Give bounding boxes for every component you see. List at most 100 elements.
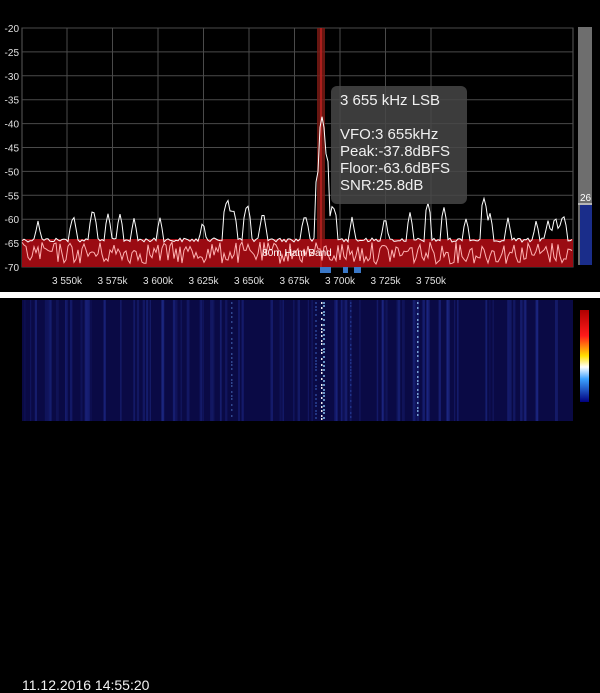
waterfall-signal-trace: [321, 378, 323, 380]
waterfall-signal-trace: [315, 330, 317, 332]
waterfall-signal-trace: [321, 410, 323, 412]
waterfall-signal-trace: [315, 352, 317, 354]
waterfall-signal-trace: [350, 325, 352, 327]
waterfall-streak: [421, 300, 424, 421]
waterfall-signal-trace: [417, 346, 419, 348]
passband-marker-mid[interactable]: [343, 267, 348, 273]
y-tick-label: -25: [5, 48, 20, 59]
waterfall-signal-trace: [321, 406, 323, 408]
waterfall-signal-trace: [231, 316, 233, 318]
waterfall-signal-trace: [323, 305, 325, 307]
waterfall-signal-trace: [323, 409, 325, 411]
waterfall-signal-trace: [231, 385, 233, 387]
waterfall-signal-trace: [321, 335, 323, 337]
waterfall-streak: [133, 300, 136, 421]
waterfall-signal-trace: [231, 382, 233, 384]
passband-markers[interactable]: [320, 267, 361, 273]
waterfall-signal-trace: [350, 330, 352, 332]
waterfall-streak: [513, 300, 516, 421]
waterfall-signal-trace: [321, 384, 323, 386]
waterfall-streak: [307, 300, 309, 421]
waterfall-signal-trace: [315, 334, 317, 336]
waterfall-streak: [103, 300, 106, 421]
waterfall-streak: [340, 300, 343, 421]
waterfall-timestamp: 11.12.2016 14:55:20: [22, 677, 150, 693]
waterfall-signal-trace: [323, 311, 325, 313]
waterfall-streak: [446, 300, 450, 421]
waterfall-streak: [120, 300, 122, 421]
waterfall-signal-trace: [321, 415, 323, 417]
passband-marker-right[interactable]: [354, 267, 361, 273]
y-tick-label: -60: [5, 215, 20, 226]
waterfall-signal-trace: [323, 338, 325, 340]
waterfall-colorbar: [580, 310, 589, 402]
waterfall-signal-trace: [321, 364, 323, 366]
tooltip-vfo: VFO:3 655kHz: [340, 126, 439, 143]
waterfall-signal-trace: [417, 360, 419, 362]
waterfall-signal-trace: [231, 327, 233, 329]
y-tick-label: -70: [5, 263, 20, 274]
waterfall-streak: [336, 300, 338, 421]
waterfall-signal-trace: [321, 349, 323, 351]
waterfall-streak: [180, 300, 183, 421]
waterfall-signal-trace: [417, 302, 419, 304]
waterfall-signal-trace: [315, 375, 317, 377]
waterfall-streak: [438, 300, 441, 421]
spectrum-plot[interactable]: 80m Ham Band -20 -25 -30 -35 -40 -45 -50 -55 -60…: [0, 0, 600, 292]
waterfall-signal-trace: [350, 310, 352, 312]
waterfall-signal-trace: [321, 312, 323, 314]
tooltip-peak: Peak:-37.8dBFS: [340, 143, 451, 160]
passband-marker-left[interactable]: [320, 267, 331, 273]
waterfall-signal-trace: [417, 323, 419, 325]
waterfall-signal-trace: [231, 404, 233, 406]
waterfall-signal-trace: [231, 321, 233, 323]
waterfall-signal-trace: [315, 337, 317, 339]
waterfall-streak: [376, 300, 379, 421]
waterfall-signal-trace: [417, 371, 419, 373]
waterfall-streak: [47, 300, 50, 421]
waterfall-streak: [535, 300, 539, 421]
waterfall-signal-trace: [321, 418, 323, 420]
waterfall-streak: [457, 300, 459, 421]
waterfall-signal-trace: [231, 398, 233, 400]
waterfall-signal-trace: [417, 326, 419, 328]
waterfall-signal-trace: [231, 312, 233, 314]
waterfall-signal-trace: [321, 397, 323, 399]
x-tick-label: 3 675k: [279, 276, 310, 287]
signal-info-tooltip: 3 655 kHz LSB VFO:3 655kHz Peak:-37.8dBF…: [331, 86, 467, 204]
waterfall-signal-trace: [417, 341, 419, 343]
waterfall-signal-trace: [323, 343, 325, 345]
waterfall-signal-trace: [315, 343, 317, 345]
waterfall-streak: [311, 300, 314, 421]
waterfall-signal-trace: [417, 376, 419, 378]
waterfall-signal-trace: [321, 328, 323, 330]
waterfall-signal-trace: [417, 393, 419, 395]
y-tick-label: -40: [5, 120, 20, 131]
waterfall-signal-trace: [323, 319, 325, 321]
waterfall-streak: [402, 300, 405, 421]
waterfall-display[interactable]: [0, 298, 600, 421]
waterfall-streak: [146, 300, 149, 421]
waterfall-signal-trace: [323, 314, 325, 316]
level-meter-value: 26: [580, 193, 592, 204]
waterfall-signal-trace: [315, 360, 317, 362]
waterfall-signal-trace: [350, 394, 352, 396]
waterfall-streak: [293, 300, 295, 421]
waterfall-signal-trace: [417, 319, 419, 321]
waterfall-signal-trace: [417, 336, 419, 338]
waterfall-signal-trace: [350, 359, 352, 361]
waterfall-panel[interactable]: 11.12.2016 14:55:20: [0, 298, 600, 693]
waterfall-signal-trace: [323, 392, 325, 394]
waterfall-signal-trace: [315, 405, 317, 407]
waterfall-signal-trace: [231, 391, 233, 393]
waterfall-signal-trace: [231, 409, 233, 411]
waterfall-streak: [49, 300, 52, 421]
waterfall-streak: [397, 300, 401, 421]
waterfall-signal-trace: [315, 385, 317, 387]
waterfall-signal-trace: [417, 414, 419, 416]
spectrum-panel[interactable]: 80m Ham Band -20 -25 -30 -35 -40 -45 -50 -55 -60…: [0, 0, 600, 292]
waterfall-signal-trace: [315, 366, 317, 368]
waterfall-streak: [149, 300, 151, 421]
waterfall-streak: [44, 300, 48, 421]
waterfall-streak: [30, 300, 32, 421]
